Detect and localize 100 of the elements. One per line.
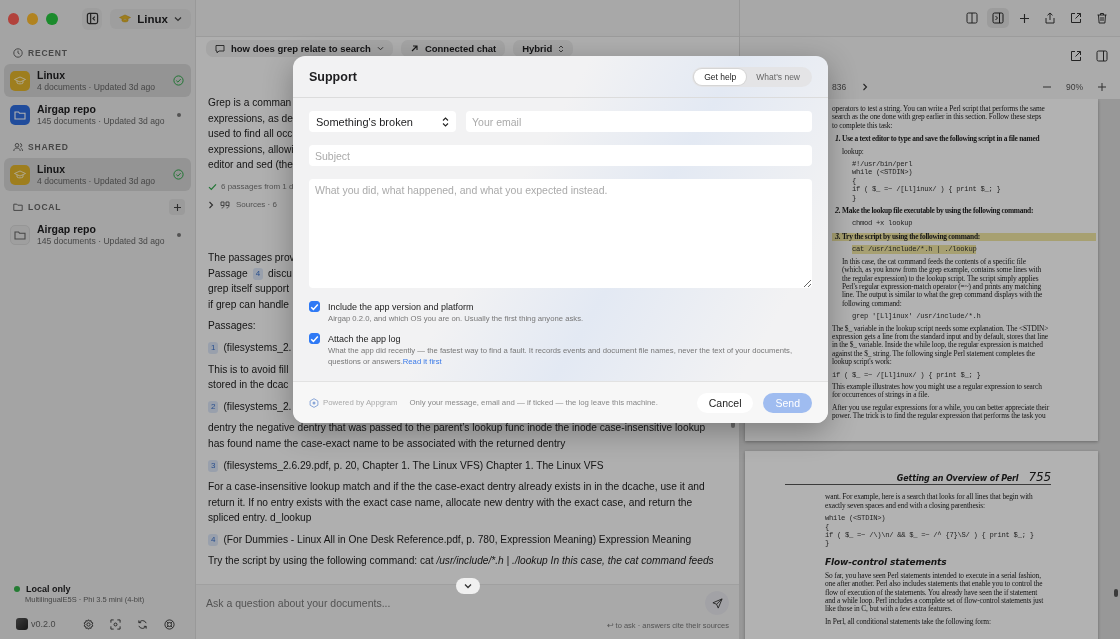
answer-text-line: has found name the case-exact name to be associated with the returned dentry <box>208 436 566 451</box>
plus-icon <box>172 202 182 212</box>
chevron-down-icon <box>464 583 472 589</box>
section-heading: Flow-control statements <box>825 555 948 568</box>
hexagon-logo-icon <box>309 397 319 408</box>
up-down-chevron-icon <box>558 44 565 53</box>
mode-label: Local only <box>26 584 71 594</box>
subject-field[interactable]: Subject <box>309 145 812 166</box>
section-heading: SHARED <box>28 142 69 152</box>
answer-text-line: spliced entry. d_lookup <box>208 511 312 526</box>
answer-text-line: For a case-insensitive lookup match and if the the case-exact dentry already exists in in the dcache, use it and <box>208 480 705 495</box>
add-button[interactable] <box>169 199 185 215</box>
collection-item[interactable]: Linux 4 documents · Updated 3d ago <box>4 64 191 97</box>
folder-icon <box>10 104 30 125</box>
send-button[interactable] <box>705 591 729 615</box>
panel-right-icon <box>992 12 1004 24</box>
collection-name: Linux <box>37 163 66 175</box>
minus-icon <box>1043 86 1051 88</box>
cancel-button[interactable]: Cancel <box>696 392 754 413</box>
section-heading: LOCAL <box>28 202 62 212</box>
question-input[interactable]: Ask a question about your documents... <box>206 597 705 609</box>
columns-icon <box>966 12 978 24</box>
plus-icon <box>1018 12 1030 24</box>
people-icon <box>13 142 23 152</box>
answer-text-line: grep itself support <box>208 282 289 297</box>
message-field[interactable]: What you did, what happened, and what you expected instead. <box>309 179 812 288</box>
answer-text-line: Passages: <box>208 319 256 334</box>
section-heading: RECENT <box>28 48 68 58</box>
chevron-right-icon <box>208 200 214 209</box>
answer-text-line: Passage 4 discu <box>208 266 292 282</box>
trash-icon <box>1096 12 1108 24</box>
right-panel-button[interactable] <box>987 8 1009 28</box>
scrollbar-thumb[interactable] <box>1114 589 1118 597</box>
answer-text-line: Grep is a comman <box>208 96 292 110</box>
close-window-button[interactable] <box>8 12 20 25</box>
collection-meta: 145 documents · Updated 3d ago <box>37 236 166 246</box>
collection-meta: 145 documents · Updated 3d ago <box>37 116 166 126</box>
arrow-up-right-icon <box>409 44 419 53</box>
collection-item[interactable]: Linux 4 documents · Updated 3d ago <box>4 158 191 191</box>
collection-name: Airgap repo <box>37 103 97 115</box>
chevron-right-icon <box>862 83 869 91</box>
chat-bubble-icon <box>215 43 225 54</box>
scroll-down-button[interactable] <box>456 578 480 594</box>
quote-icon <box>220 200 230 209</box>
tab[interactable]: Get help <box>694 68 747 85</box>
scan-icon <box>109 618 121 630</box>
checkbox[interactable] <box>309 333 320 344</box>
online-dot <box>14 586 20 592</box>
answer-text-line: Try the script by using the following command: cat /usr/include/*.h | ./lookup In this case, the cat command feeds <box>208 554 714 569</box>
folder-icon <box>10 224 30 245</box>
passage-citation: 4 (For Dummies - Linux All in One Desk Reference.pdf, p. 780, Expression Meaning) Expression Meaning <box>208 531 692 548</box>
running-header: Getting an Overview of Perl 755 <box>785 473 1051 486</box>
chevron-down-icon <box>174 15 182 22</box>
refresh-icon <box>136 618 148 630</box>
clock-icon <box>13 48 23 58</box>
email-field[interactable]: Your email <box>466 111 812 132</box>
conversation-dropdown[interactable]: how does grep relate to search <box>206 40 393 57</box>
option-label: Attach the app log <box>328 333 402 345</box>
answer-text-line: expressions, as de <box>208 111 293 126</box>
collection-meta: 4 documents · Updated 3d ago <box>37 176 156 186</box>
share-icon <box>1044 12 1056 24</box>
answer-text-line: This is to avoid fill <box>208 362 289 377</box>
settings-icon <box>82 618 94 630</box>
paper-plane-icon <box>711 597 723 609</box>
answer-text-line: editor and sed (the <box>208 158 293 173</box>
folder-icon <box>13 202 23 212</box>
dialog-title: Support <box>309 69 357 84</box>
sidebar-icon <box>1096 50 1108 62</box>
tab[interactable]: What's new <box>746 68 810 85</box>
lifebuoy-icon <box>163 618 175 630</box>
passage-citation: 3 (filesystems_2.6.29.pdf, p. 20, Chapter 1. The Linux VFS) Chapter 1. The Linux VFS <box>208 457 604 474</box>
chevron-down-icon <box>376 46 384 51</box>
answer-text-line: stored in the dcac <box>208 378 289 393</box>
answer-text-line: return it. If no entry exists with the exact case name, allocate new dentry with the exact case, and return the <box>208 495 693 510</box>
app-icon <box>16 618 28 630</box>
option-label: Include the app version and platform <box>328 301 475 313</box>
external-link-icon <box>1070 50 1082 62</box>
checkmark-icon <box>208 182 217 191</box>
zoom-level: 90% <box>1065 82 1084 92</box>
retrieval-status: 6 passages from 1 d <box>221 182 294 192</box>
answer-text-line: if grep can handle <box>208 297 289 312</box>
answer-text-line: expressions, allowi <box>208 142 294 157</box>
sidebar-toggle-button[interactable] <box>81 7 103 30</box>
collection-meta: 4 documents · Updated 3d ago <box>37 82 156 92</box>
sidebar-toggle-icon <box>85 12 99 25</box>
graduation-cap-icon <box>119 14 132 23</box>
external-link-icon <box>1070 12 1082 24</box>
up-down-chevron-icon <box>442 116 449 127</box>
sources-toggle[interactable]: Sources · 6 <box>208 197 277 212</box>
answer-text-line: dentry the negative dentry that was passed to the parent’s lookup func inode the inode case-insensitive lookup <box>208 421 706 436</box>
collection-item[interactable]: Airgap repo 145 documents · Updated 3d ago <box>4 218 191 251</box>
checkbox[interactable] <box>309 301 320 312</box>
passage-citation: 1 (filesystems_2. <box>208 339 292 356</box>
collection-name: Linux <box>37 69 66 81</box>
workspace-dropdown[interactable]: Linux <box>110 8 191 29</box>
collection-item[interactable]: Airgap repo 145 documents · Updated 3d ago <box>4 98 191 131</box>
category-select[interactable]: Something's broken <box>309 111 456 132</box>
passage-citation: 2 (filesystems_2. <box>208 398 292 415</box>
answer-text-line: used to find all occ <box>208 127 293 142</box>
collection-name: Airgap repo <box>37 223 97 235</box>
